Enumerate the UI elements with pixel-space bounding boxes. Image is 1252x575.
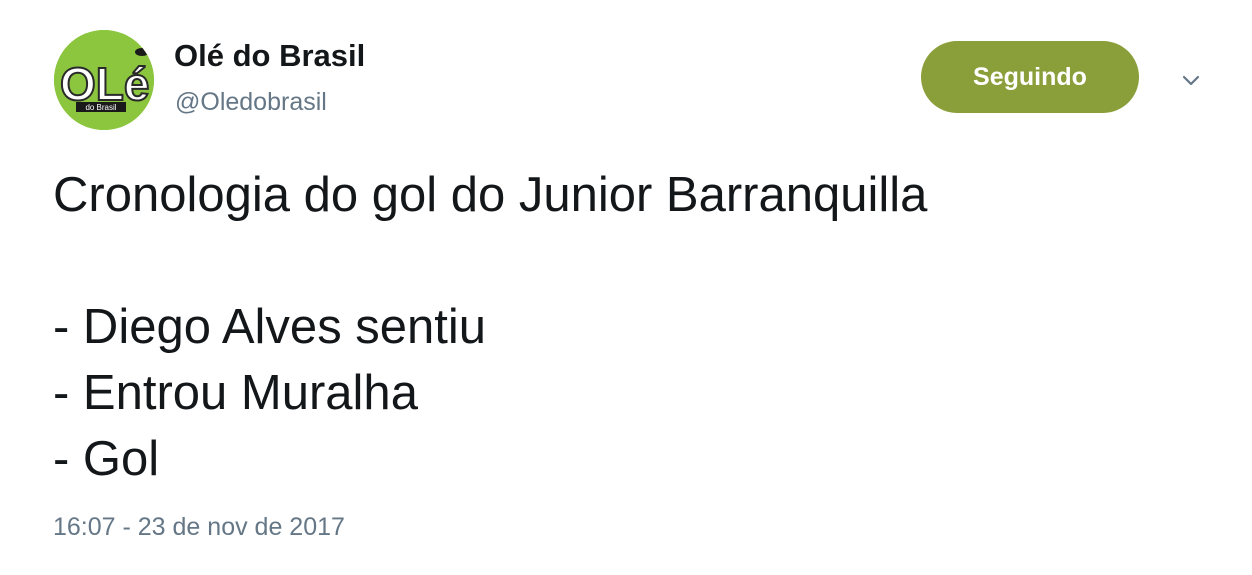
more-options-button[interactable] [1176, 66, 1206, 96]
tweet-text-line [53, 228, 1203, 294]
chevron-down-icon [1182, 75, 1200, 86]
avatar-sub-text: do Brasil [85, 103, 116, 112]
tweet-text-line: - Diego Alves sentiu [53, 300, 487, 354]
tweet-card: OLé do Brasil Olé do Brasil @Oledobrasil… [0, 0, 1252, 575]
tweet-text-line: Cronologia do gol do Junior Barranquilla [53, 168, 928, 222]
following-button[interactable]: Seguindo [921, 41, 1139, 113]
tweet-text-line: - Entrou Muralha [53, 366, 418, 420]
tweet-text: Cronologia do gol do Junior Barranquilla… [53, 162, 1203, 492]
author-handle[interactable]: @Oledobrasil [175, 88, 327, 117]
ole-logo-icon: OLé do Brasil [54, 30, 154, 130]
avatar[interactable]: OLé do Brasil [54, 30, 154, 130]
author-display-name[interactable]: Olé do Brasil [174, 38, 365, 74]
tweet-text-line: - Gol [53, 432, 160, 486]
tweet-timestamp[interactable]: 16:07 - 23 de nov de 2017 [53, 513, 345, 542]
